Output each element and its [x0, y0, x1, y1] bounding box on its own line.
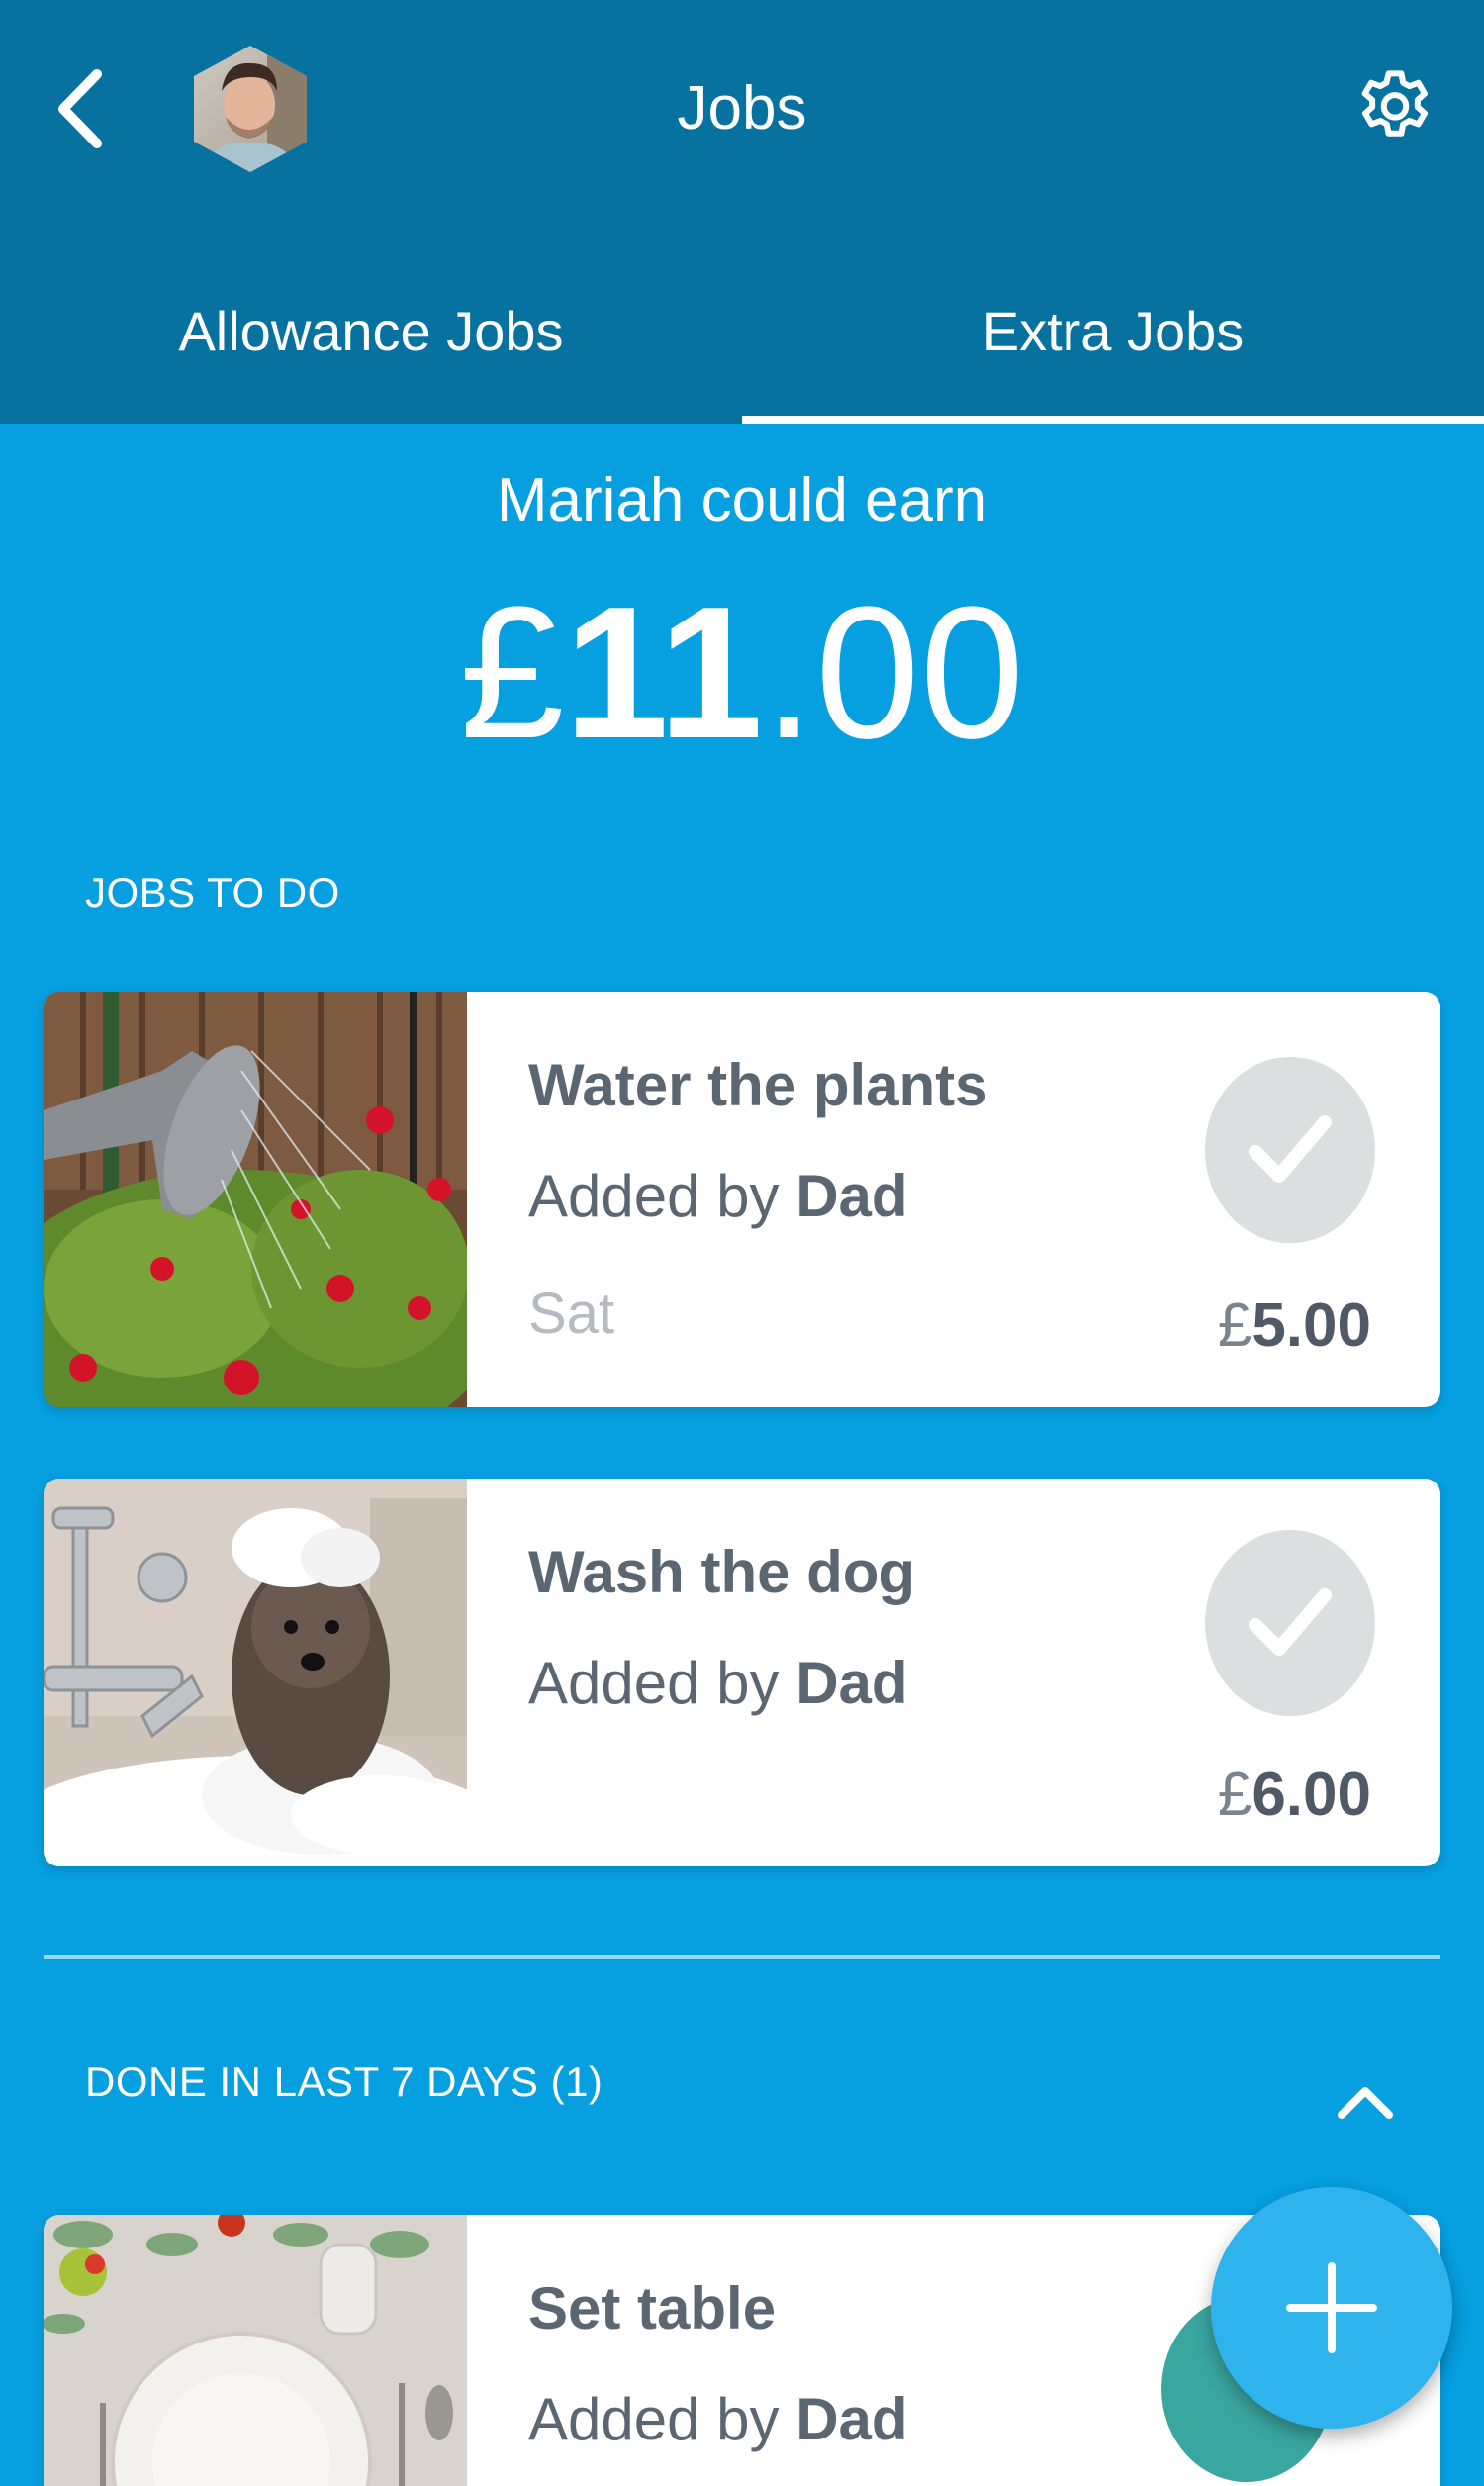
page-title: Jobs — [677, 74, 807, 143]
app: Jobs Allowance Jobs Extra Jobs Mariah co… — [0, 0, 1484, 2486]
section-heading-jobs-to-do: JOBS TO DO — [85, 869, 340, 915]
job-title: Water the plants — [528, 1052, 988, 1118]
job-added-by: Added by Dad — [528, 1649, 908, 1717]
checkmark-icon — [1249, 1588, 1332, 1656]
settings-button[interactable] — [1342, 55, 1448, 162]
tab-bar: Allowance Jobs Extra Jobs — [0, 257, 1484, 424]
collapse-done-button[interactable] — [1326, 2066, 1405, 2136]
price-value: 5.00 — [1252, 1291, 1371, 1360]
chevron-up-icon — [1338, 2087, 1393, 2119]
gear-icon — [1361, 70, 1428, 137]
top-bar: Jobs — [0, 0, 1484, 218]
job-title: Wash the dog — [528, 1539, 916, 1605]
added-by-prefix: Added by — [528, 2386, 780, 2452]
added-by-prefix: Added by — [528, 1163, 780, 1229]
plus-icon — [1286, 2262, 1377, 2353]
job-day: Sat — [528, 1282, 615, 1346]
added-by-name: Dad — [795, 1650, 908, 1716]
earnings-amount: £11.00 — [0, 574, 1484, 772]
tab-extra-jobs[interactable]: Extra Jobs — [742, 257, 1484, 424]
dog-bath-photo — [44, 1479, 467, 1866]
tab-allowance-jobs[interactable]: Allowance Jobs — [0, 257, 742, 424]
price-currency: £ — [1217, 1291, 1252, 1360]
table-setting-photo — [44, 2215, 467, 2486]
job-title: Set table — [528, 2275, 777, 2342]
job-price: £5.00 — [1218, 1291, 1371, 1361]
job-added-by: Added by Dad — [528, 1162, 908, 1230]
checkmark-icon — [1249, 1115, 1332, 1183]
added-by-name: Dad — [795, 2386, 908, 2452]
earnings-decimal: .00 — [763, 568, 1025, 778]
job-card-water-plants[interactable]: Water the plants Added by Dad Sat £5.00 — [44, 992, 1440, 1407]
job-price: £6.00 — [1218, 1760, 1371, 1830]
added-by-name: Dad — [795, 1163, 908, 1229]
earnings-label: Mariah could earn — [496, 466, 988, 534]
earnings-currency: £ — [459, 568, 565, 778]
section-heading-done: DONE IN LAST 7 DAYS (1) — [85, 2058, 603, 2105]
added-by-prefix: Added by — [528, 1650, 780, 1716]
complete-job-button[interactable] — [1205, 1530, 1375, 1716]
job-card-wash-dog[interactable]: Wash the dog Added by Dad £6.00 — [44, 1479, 1440, 1866]
price-currency: £ — [1217, 1761, 1252, 1829]
section-divider — [44, 1955, 1440, 1959]
earnings-whole: 11 — [564, 568, 764, 778]
add-job-button[interactable] — [1211, 2187, 1452, 2429]
header: Jobs Allowance Jobs Extra Jobs — [0, 0, 1484, 424]
complete-job-button[interactable] — [1205, 1057, 1375, 1243]
job-added-by: Added by Dad — [528, 2385, 908, 2453]
price-value: 6.00 — [1252, 1761, 1371, 1829]
watering-can-photo — [44, 992, 467, 1407]
